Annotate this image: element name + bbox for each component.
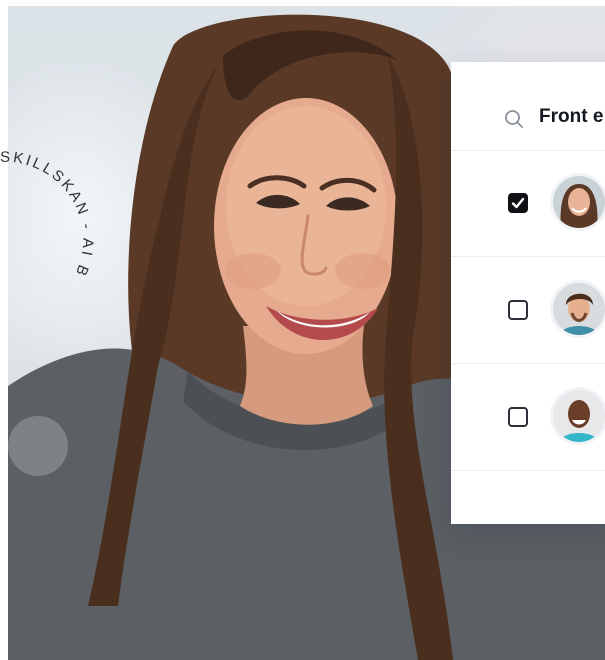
- bald-man-avatar: [553, 390, 605, 442]
- candidate-row[interactable]: [451, 257, 605, 364]
- hero-section: SKILLSKAN - AI BASED · SKILLSKAN - AI BA…: [0, 0, 605, 660]
- circular-badge: SKILLSKAN - AI BASED · SKILLSKAN - AI BA…: [0, 130, 96, 280]
- candidate-row[interactable]: [451, 150, 605, 257]
- search-icon: [505, 110, 523, 128]
- search-query[interactable]: Front e: [539, 106, 603, 128]
- candidate-card: Front e: [451, 62, 605, 524]
- woman-avatar: [553, 176, 605, 228]
- search-bar[interactable]: Front e: [451, 62, 605, 151]
- candidate-checkbox[interactable]: [508, 193, 528, 213]
- curly-hair-man-avatar: [553, 283, 605, 335]
- badge-ring-text: SKILLSKAN - AI BASED · SKILLSKAN - AI BA…: [0, 130, 96, 280]
- candidate-checkbox[interactable]: [508, 407, 528, 427]
- checkmark-icon: [511, 197, 525, 209]
- candidate-checkbox[interactable]: [508, 300, 528, 320]
- candidate-row[interactable]: [451, 364, 605, 471]
